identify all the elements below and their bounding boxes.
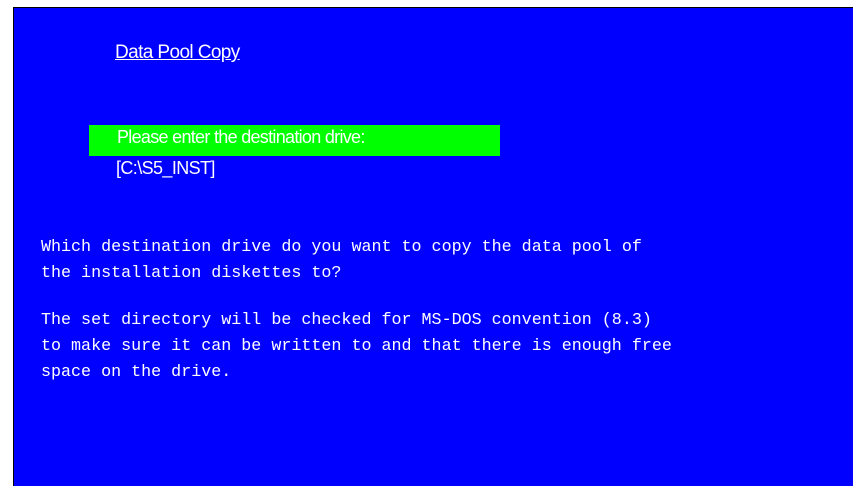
help-text-paragraph: The set directory will be checked for MS… bbox=[41, 308, 672, 386]
page-title: Data Pool Copy bbox=[115, 42, 240, 63]
prompt-highlight: Please enter the destination drive: bbox=[89, 125, 500, 156]
help-text-line: the installation diskettes to? bbox=[41, 264, 342, 283]
help-text-line: space on the drive. bbox=[41, 363, 232, 382]
help-text-line: to make sure it can be written to and th… bbox=[41, 337, 672, 356]
dos-installer-screen: Data Pool Copy Please enter the destinat… bbox=[13, 7, 853, 486]
help-text-paragraph: Which destination drive do you want to c… bbox=[41, 235, 642, 287]
prompt-label: Please enter the destination drive: bbox=[117, 127, 365, 147]
help-text-line: The set directory will be checked for MS… bbox=[41, 311, 652, 330]
help-text-line: Which destination drive do you want to c… bbox=[41, 238, 642, 257]
destination-drive-input[interactable]: [C:\S5_INST] bbox=[116, 158, 215, 179]
